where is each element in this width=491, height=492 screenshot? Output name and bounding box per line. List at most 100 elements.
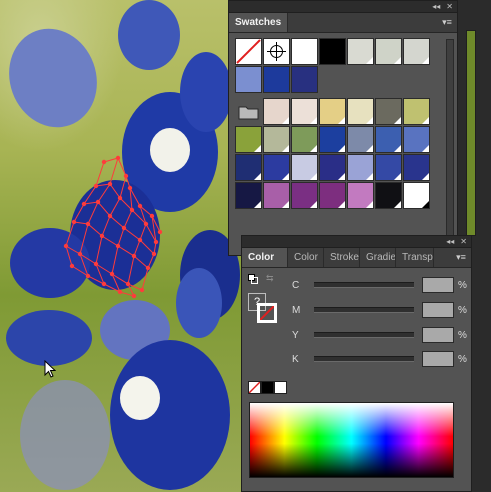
color-spectrum-ramp[interactable] <box>249 402 454 478</box>
color-swatch[interactable] <box>375 154 402 181</box>
anchor-point[interactable] <box>151 251 157 257</box>
panel-menu-icon[interactable]: ▾≡ <box>437 13 457 32</box>
yellow-slider[interactable] <box>314 332 414 338</box>
color-swatch[interactable] <box>263 182 290 209</box>
anchor-point[interactable] <box>115 155 121 161</box>
color-swatch[interactable] <box>263 126 290 153</box>
tab-gradient[interactable]: Gradie <box>360 248 396 267</box>
magenta-slider[interactable] <box>314 307 414 313</box>
white-swatch[interactable] <box>274 381 287 394</box>
color-swatch[interactable] <box>291 126 318 153</box>
black-swatch[interactable] <box>261 381 274 394</box>
color-swatch[interactable] <box>263 66 290 93</box>
color-swatch[interactable] <box>319 98 346 125</box>
cyan-slider[interactable] <box>314 282 414 288</box>
anchor-point[interactable] <box>149 213 155 219</box>
color-swatch[interactable] <box>403 38 430 65</box>
color-swatch[interactable] <box>347 154 374 181</box>
magenta-value-field[interactable] <box>422 302 454 318</box>
anchor-point[interactable] <box>131 253 137 259</box>
color-swatch[interactable] <box>375 182 402 209</box>
color-swatch[interactable] <box>235 182 262 209</box>
color-panel-titlebar[interactable]: ◂◂ ✕ <box>242 236 471 248</box>
anchor-point[interactable] <box>145 265 151 271</box>
anchor-point[interactable] <box>93 261 99 267</box>
color-swatch[interactable] <box>347 126 374 153</box>
anchor-point[interactable] <box>125 281 131 287</box>
color-swatch[interactable] <box>319 38 346 65</box>
anchor-point[interactable] <box>99 233 105 239</box>
color-swatch[interactable] <box>235 66 262 93</box>
anchor-point[interactable] <box>107 181 113 187</box>
anchor-point[interactable] <box>117 195 123 201</box>
anchor-point[interactable] <box>101 159 107 165</box>
stroke-swatch[interactable] <box>257 303 277 323</box>
anchor-point[interactable] <box>81 201 87 207</box>
anchor-point[interactable] <box>139 287 145 293</box>
anchor-point[interactable] <box>131 293 137 299</box>
anchor-point[interactable] <box>77 251 83 257</box>
anchor-point[interactable] <box>127 185 133 191</box>
color-swatch[interactable] <box>347 182 374 209</box>
color-swatch[interactable] <box>403 98 430 125</box>
color-swatch[interactable] <box>291 154 318 181</box>
anchor-point[interactable] <box>63 243 69 249</box>
anchor-point[interactable] <box>71 219 77 225</box>
black-value-field[interactable] <box>422 351 454 367</box>
color-swatch[interactable] <box>291 66 318 93</box>
color-swatch[interactable] <box>347 98 374 125</box>
color-swatch[interactable] <box>319 182 346 209</box>
color-swatch[interactable] <box>375 98 402 125</box>
yellow-value-field[interactable] <box>422 327 454 343</box>
color-swatch[interactable] <box>235 126 262 153</box>
anchor-point[interactable] <box>121 225 127 231</box>
color-swatch[interactable] <box>291 98 318 125</box>
tab-swatches[interactable]: Swatches <box>229 13 289 32</box>
swatches-scrollbar[interactable] <box>446 39 454 239</box>
anchor-point[interactable] <box>129 207 135 213</box>
tab-stroke[interactable]: Stroke <box>324 248 360 267</box>
none-swatch[interactable] <box>248 381 261 394</box>
close-icon[interactable]: ✕ <box>446 2 453 11</box>
black-slider[interactable] <box>314 356 414 362</box>
color-swatch[interactable] <box>235 154 262 181</box>
tab-color-guide[interactable]: Color <box>242 248 288 267</box>
color-swatch[interactable] <box>319 126 346 153</box>
anchor-point[interactable] <box>109 271 115 277</box>
anchor-point[interactable] <box>137 203 143 209</box>
none-swatch[interactable] <box>235 38 262 65</box>
color-swatch[interactable] <box>347 38 374 65</box>
anchor-point[interactable] <box>101 281 107 287</box>
registration-swatch[interactable] <box>263 38 290 65</box>
anchor-point[interactable] <box>85 273 91 279</box>
color-swatch[interactable] <box>403 182 430 209</box>
panel-menu-icon[interactable]: ▾≡ <box>451 248 471 267</box>
collapse-icon[interactable]: ◂◂ <box>432 2 440 11</box>
color-swatch[interactable] <box>319 154 346 181</box>
swatches-panel-titlebar[interactable]: ◂◂ ✕ <box>229 1 457 13</box>
collapse-icon[interactable]: ◂◂ <box>446 237 454 246</box>
anchor-point[interactable] <box>157 229 163 235</box>
color-swatch[interactable] <box>375 126 402 153</box>
close-icon[interactable]: ✕ <box>460 237 467 246</box>
color-swatch[interactable] <box>263 98 290 125</box>
anchor-point[interactable] <box>107 213 113 219</box>
cyan-value-field[interactable] <box>422 277 454 293</box>
document-scrollbar[interactable] <box>466 30 476 236</box>
anchor-point[interactable] <box>69 263 75 269</box>
anchor-point[interactable] <box>93 183 99 189</box>
anchor-point[interactable] <box>95 199 101 205</box>
anchor-point[interactable] <box>117 289 123 295</box>
anchor-point[interactable] <box>143 221 149 227</box>
anchor-point[interactable] <box>153 239 159 245</box>
color-swatch[interactable] <box>291 182 318 209</box>
color-swatch[interactable] <box>291 38 318 65</box>
color-swatch[interactable] <box>263 154 290 181</box>
default-fill-stroke-icon[interactable] <box>248 274 258 284</box>
anchor-point[interactable] <box>85 221 91 227</box>
tab-transparency[interactable]: Transp <box>396 248 434 267</box>
color-swatch[interactable] <box>403 154 430 181</box>
tab-color[interactable]: Color <box>288 248 324 267</box>
anchor-point[interactable] <box>137 237 143 243</box>
anchor-point[interactable] <box>115 243 121 249</box>
